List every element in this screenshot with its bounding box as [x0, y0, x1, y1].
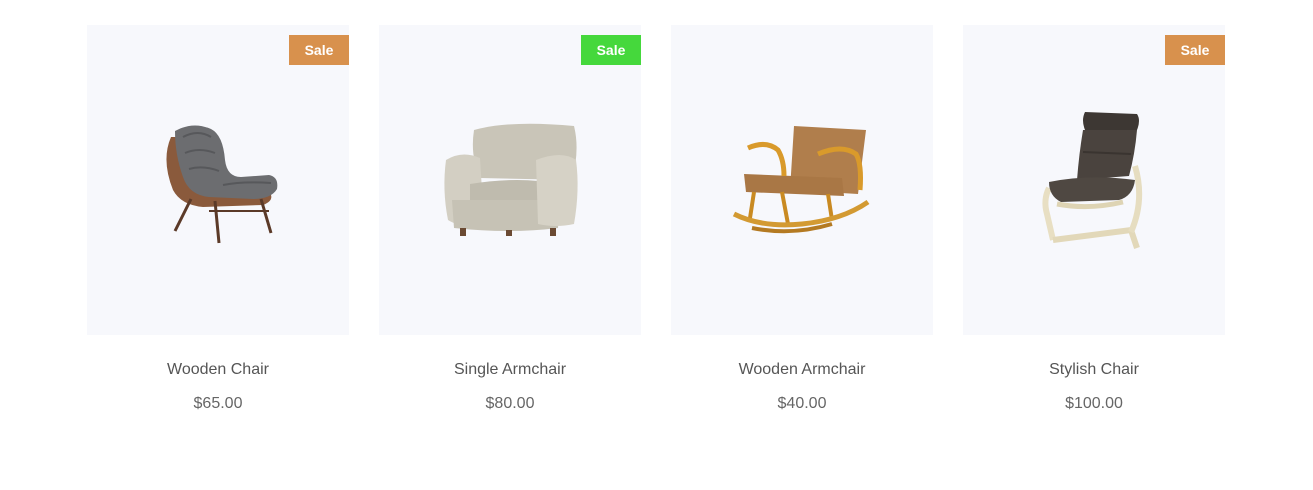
product-image-frame[interactable]: Sale [963, 25, 1225, 335]
sale-badge: Sale [581, 35, 641, 65]
product-price: $80.00 [485, 395, 535, 412]
product-price: $40.00 [777, 395, 827, 412]
bentwood-chair-icon [1042, 112, 1143, 249]
product-card-single-armchair[interactable]: Sale Single Armchair $80.00 [379, 25, 641, 414]
product-image-frame[interactable]: Sale [87, 25, 349, 335]
product-grid: Sale Wooden Chair $65.00 Sale Single Arm… [87, 25, 1225, 414]
product-name[interactable]: Wooden Chair [87, 360, 349, 380]
product-image-frame[interactable]: Sale [379, 25, 641, 335]
armchair-icon [444, 123, 578, 236]
lounge-chair-icon [166, 125, 278, 244]
rocking-chair-icon [732, 126, 870, 234]
product-card-wooden-armchair[interactable]: Wooden Armchair $40.00 [671, 25, 933, 414]
product-price: $65.00 [193, 395, 243, 412]
product-name[interactable]: Wooden Armchair [671, 360, 933, 380]
product-price: $100.00 [1065, 395, 1123, 412]
product-name[interactable]: Single Armchair [379, 360, 641, 380]
product-image-frame[interactable] [671, 25, 933, 335]
product-card-stylish-chair[interactable]: Sale Stylish Chair $100.00 [963, 25, 1225, 414]
product-name[interactable]: Stylish Chair [963, 360, 1225, 380]
sale-badge: Sale [289, 35, 349, 65]
sale-badge: Sale [1165, 35, 1225, 65]
product-card-wooden-chair[interactable]: Sale Wooden Chair $65.00 [87, 25, 349, 414]
